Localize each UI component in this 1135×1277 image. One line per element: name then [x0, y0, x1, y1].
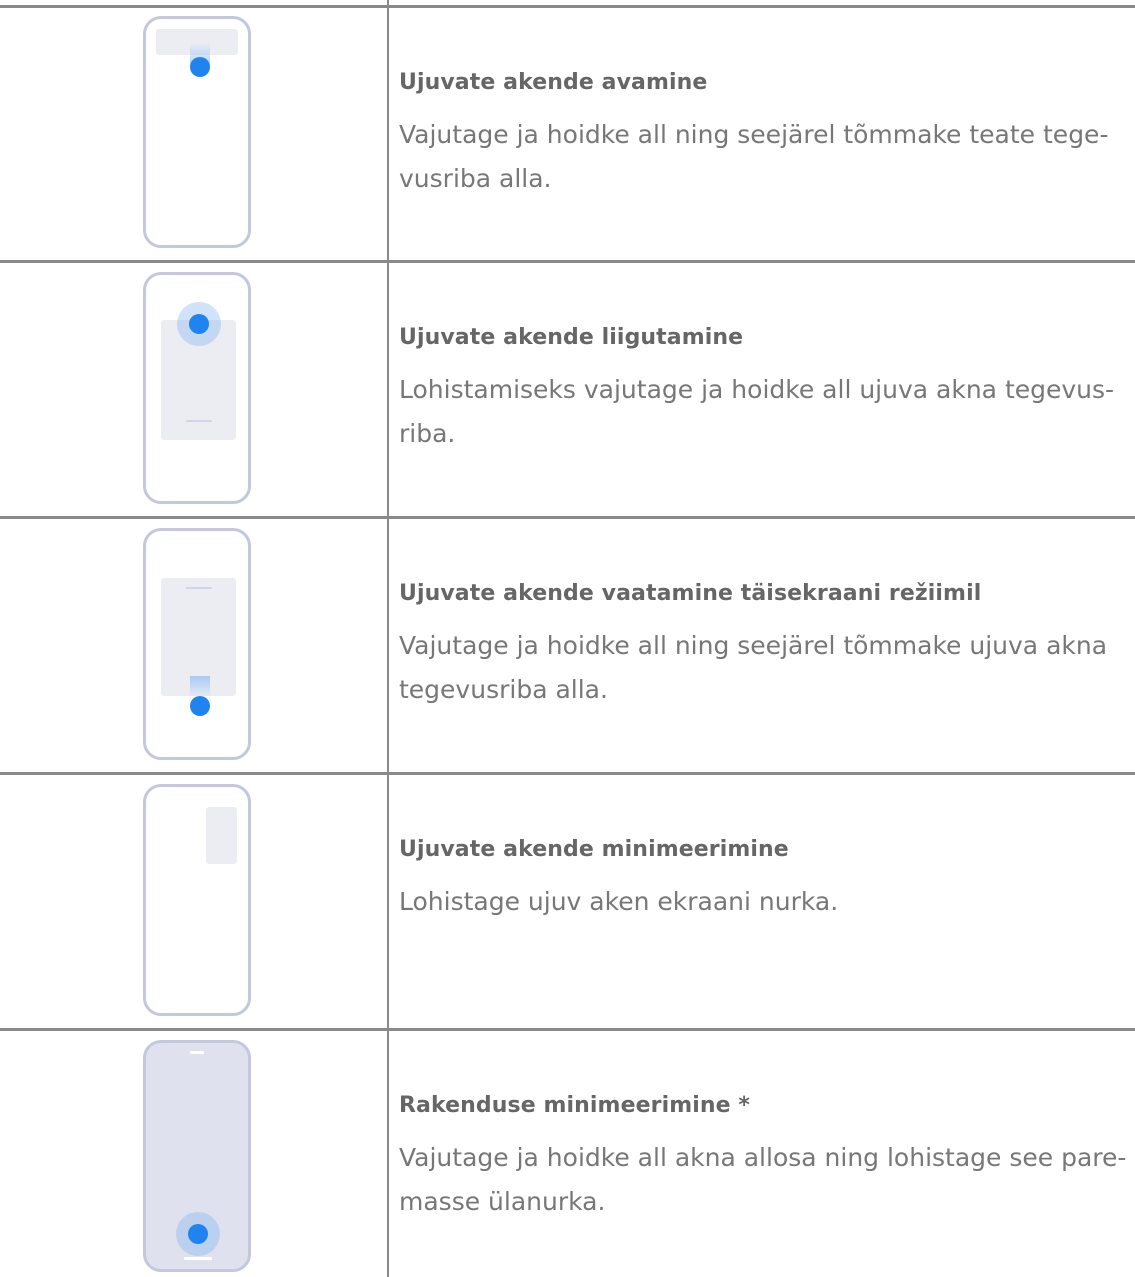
row-title: Rakenduse minimeerimine * [399, 1093, 751, 1118]
row-title: Ujuvate akende avamine [399, 70, 708, 95]
phone-fullscreen-window-icon [143, 528, 251, 760]
text-cell: Ujuvate akende vaatamine täisekraani rež… [399, 581, 1129, 712]
row-description: Vajutage ja hoidke all ning seejärel tõm… [399, 631, 1108, 704]
table-row: Rakenduse minimeerimine * Vajutage ja ho… [0, 1031, 1135, 1277]
illustration-cell [0, 1031, 387, 1277]
touch-point [189, 314, 209, 334]
text-cell: Ujuvate akende avamine Vajutage ja hoidk… [399, 70, 1129, 201]
table-row: Ujuvate akende minimeerimine Lohistage u… [0, 775, 1135, 1028]
row-description: Lohistage ujuv aken ekraani nurka. [399, 887, 839, 916]
gesture-table: Ujuvate akende avamine Vajutage ja hoidk… [0, 0, 1135, 1277]
table-row: Ujuvate akende vaatamine täisekraani rež… [0, 519, 1135, 772]
table-row: Ujuvate akende liigutamine Lohistamiseks… [0, 263, 1135, 516]
row-title: Ujuvate akende liigutamine [399, 325, 744, 350]
window-handle [186, 587, 212, 589]
table-row: Ujuvate akende avamine Vajutage ja hoidk… [0, 8, 1135, 260]
phone-move-window-icon [143, 272, 251, 504]
text-cell: Rakenduse minimeerimine * Vajutage ja ho… [399, 1093, 1129, 1224]
illustration-cell [0, 263, 387, 516]
drag-trail [190, 676, 210, 698]
touch-point [188, 1224, 208, 1244]
minimized-window [206, 807, 237, 864]
touch-point [190, 57, 210, 77]
row-description: Vajutage ja hoidke all ning seejärel tõm… [399, 120, 1109, 193]
phone-drag-notification-icon [143, 16, 251, 248]
text-cell: Ujuvate akende minimeerimine Lohistage u… [399, 837, 1129, 924]
phone-minimize-window-icon [143, 784, 251, 1016]
row-title: Ujuvate akende minimeerimine [399, 837, 789, 862]
illustration-cell [0, 775, 387, 1028]
top-handle [190, 1051, 204, 1054]
text-cell: Ujuvate akende liigutamine Lohistamiseks… [399, 325, 1129, 456]
illustration-cell [0, 519, 387, 772]
row-title: Ujuvate akende vaatamine täisekraani rež… [399, 581, 982, 606]
illustration-cell [0, 8, 387, 260]
bottom-handle [184, 1257, 212, 1260]
phone-minimize-app-icon [143, 1040, 251, 1272]
window-handle [186, 420, 212, 422]
row-description: Lohistamiseks vajutage ja hoidke all uju… [399, 375, 1115, 448]
row-description: Vajutage ja hoidke all akna allosa ning … [399, 1143, 1127, 1216]
touch-point [190, 696, 210, 716]
